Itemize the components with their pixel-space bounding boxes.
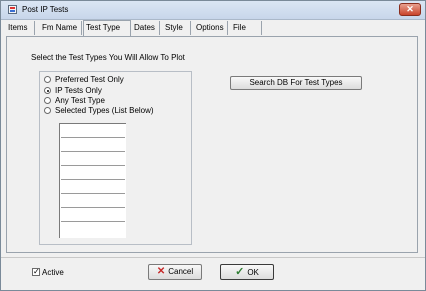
radio-button[interactable] [44, 107, 51, 114]
title-bar: Post IP Tests ✕ [1, 1, 425, 20]
list-item[interactable] [61, 165, 125, 166]
window-title: Post IP Tests [22, 5, 69, 14]
list-item[interactable] [61, 151, 125, 152]
list-item[interactable] [61, 207, 125, 208]
list-item[interactable] [61, 193, 125, 194]
ok-label: OK [247, 268, 259, 277]
footer-divider [1, 257, 425, 258]
tab-file[interactable]: File [231, 21, 262, 35]
tab-items[interactable]: Items [6, 21, 35, 35]
search-db-button[interactable]: Search DB For Test Types [230, 76, 362, 90]
close-button[interactable]: ✕ [399, 3, 421, 16]
tab-label: Test Type [86, 23, 121, 32]
close-icon: ✕ [406, 4, 414, 14]
tab-label: Fm Name [42, 23, 78, 32]
dialog-window: Post IP Tests ✕ Items Fm Name Test Type … [0, 0, 426, 291]
ok-button[interactable]: ✓ OK [220, 264, 274, 280]
tab-label: Style [165, 23, 183, 32]
list-item[interactable] [61, 221, 125, 222]
list-item[interactable] [61, 179, 125, 180]
tab-fm-name[interactable]: Fm Name [40, 21, 82, 35]
tab-options[interactable]: Options [194, 21, 228, 35]
tab-style[interactable]: Style [163, 21, 191, 35]
list-item[interactable] [61, 137, 125, 138]
radio-button[interactable] [44, 97, 51, 104]
radio-button[interactable] [44, 76, 51, 83]
selected-types-list[interactable] [59, 123, 126, 238]
tab-label: File [233, 23, 246, 32]
radio-label: Selected Types (List Below) [55, 106, 154, 115]
check-icon: ✓ [235, 266, 245, 278]
radio-label: Preferred Test Only [55, 75, 124, 84]
cancel-label: Cancel [168, 267, 194, 276]
x-icon: ✕ [156, 266, 166, 277]
tab-label: Dates [134, 23, 155, 32]
active-label: Active [42, 268, 64, 277]
app-icon [8, 5, 17, 14]
tab-test-type[interactable]: Test Type [83, 20, 131, 36]
checkmark-icon: ✓ [33, 267, 40, 276]
test-type-heading: Select the Test Types You Will Allow To … [31, 53, 185, 62]
active-checkbox[interactable]: ✓ [32, 268, 40, 276]
tab-label: Options [196, 23, 224, 32]
cancel-button[interactable]: ✕ Cancel [148, 264, 202, 280]
radio-button-checked[interactable] [44, 87, 51, 94]
tab-dates[interactable]: Dates [132, 21, 160, 35]
tab-label: Items [8, 23, 28, 32]
